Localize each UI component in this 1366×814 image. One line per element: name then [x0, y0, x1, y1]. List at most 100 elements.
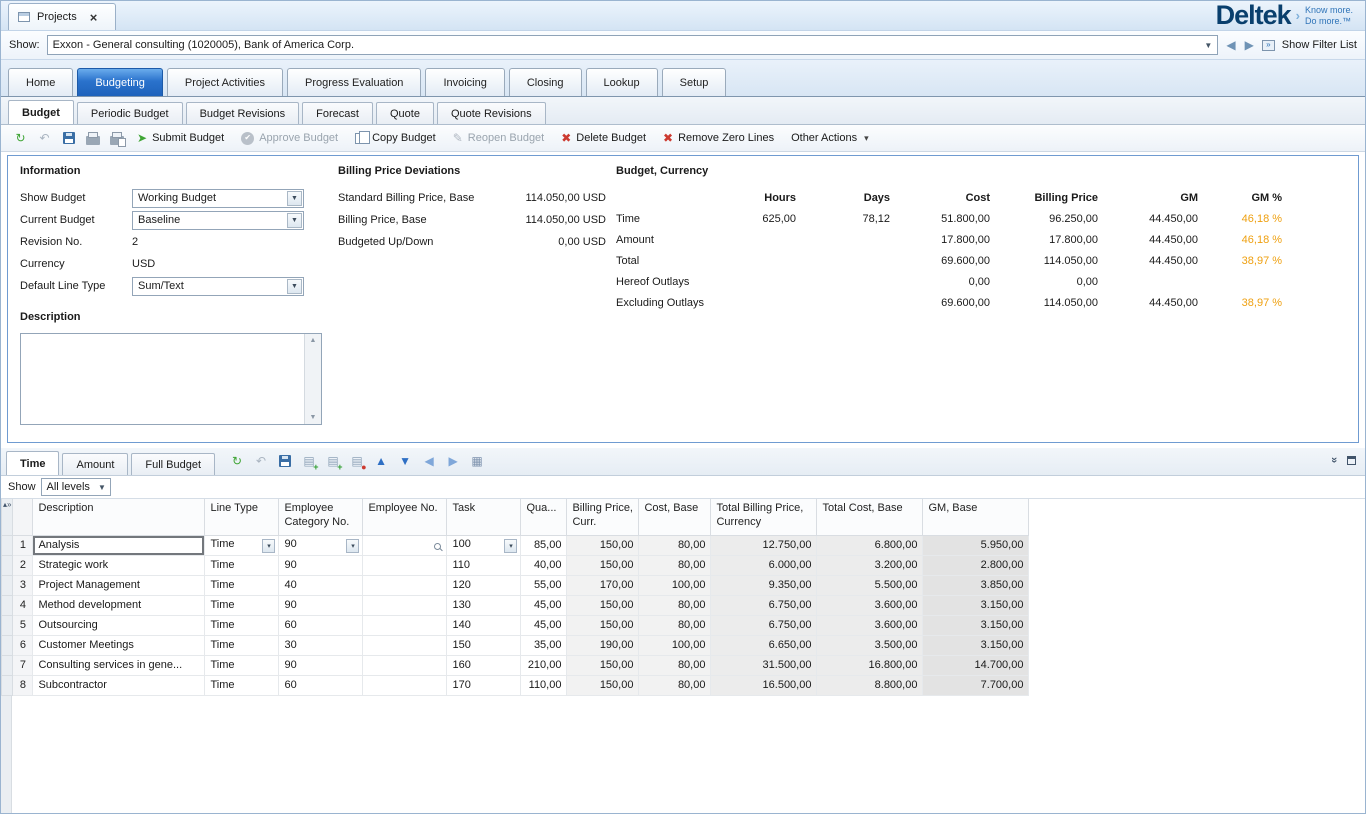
indent-button[interactable]: ▶	[443, 451, 463, 471]
chevron-down-icon[interactable]: ▾	[346, 539, 359, 553]
chevron-down-icon[interactable]: ▼	[95, 480, 109, 494]
row-selector[interactable]	[2, 535, 13, 555]
cell-billing_price[interactable]: 150,00	[567, 675, 639, 695]
cell-description[interactable]: Method development	[33, 595, 205, 615]
cell-emp_no[interactable]	[363, 555, 447, 575]
cell-line_type[interactable]: Time	[205, 595, 279, 615]
col-header-total-billing-price-currency[interactable]: Total Billing Price, Currency	[711, 499, 817, 535]
add-sub-line-button[interactable]: ▤+	[323, 451, 343, 471]
other-actions-button[interactable]: Other Actions▾	[784, 130, 876, 146]
row-selector[interactable]	[2, 575, 13, 595]
cell-qty[interactable]: 55,00	[521, 575, 567, 595]
subtab-budget[interactable]: Budget	[8, 100, 74, 124]
row-selector[interactable]	[2, 635, 13, 655]
cell-emp_cat[interactable]: 90	[279, 595, 363, 615]
cell-task[interactable]: 160	[447, 655, 521, 675]
cell-task[interactable]: 130	[447, 595, 521, 615]
cell-emp_cat[interactable]: 30	[279, 635, 363, 655]
cell-emp_cat[interactable]: 90	[279, 655, 363, 675]
row-number[interactable]: 2	[13, 555, 33, 575]
cell-emp_no[interactable]	[363, 535, 447, 555]
grid-tab-time[interactable]: Time	[6, 451, 59, 475]
filter-combo[interactable]: Exxon - General consulting (1020005), Ba…	[47, 35, 1219, 55]
tab-budgeting[interactable]: Budgeting	[77, 68, 163, 96]
col-header-line-type[interactable]: Line Type	[205, 499, 279, 535]
chevron-down-icon[interactable]: ▼	[287, 191, 302, 206]
cell-emp_cat[interactable]: 60	[279, 615, 363, 635]
grid-tab-amount[interactable]: Amount	[62, 453, 128, 475]
cell-emp_no[interactable]	[363, 595, 447, 615]
scroll-up-icon[interactable]: ▲	[310, 337, 317, 344]
scroll-down-icon[interactable]: ▼	[310, 414, 317, 421]
grid-corner-icon[interactable]: ▴»	[2, 499, 13, 535]
row-number[interactable]: 1	[13, 535, 33, 555]
show-filter-list-label[interactable]: Show Filter List	[1282, 39, 1357, 51]
tab-setup[interactable]: Setup	[662, 68, 727, 96]
copy-budget-button[interactable]: Copy Budget	[348, 130, 443, 146]
refresh-button[interactable]: ↻	[227, 451, 247, 471]
cell-qty[interactable]: 35,00	[521, 635, 567, 655]
save-button[interactable]	[275, 451, 295, 471]
delete-budget-button[interactable]: ✖Delete Budget	[554, 130, 653, 146]
show-filter-list-icon[interactable]: »	[1262, 40, 1275, 51]
show-budget-select[interactable]: Working Budget▼	[132, 189, 304, 208]
row-selector[interactable]	[2, 675, 13, 695]
cell-qty[interactable]: 210,00	[521, 655, 567, 675]
collapse-panel-icon[interactable]: »	[1328, 457, 1340, 463]
cell-description[interactable]: Outsourcing	[33, 615, 205, 635]
cell-description[interactable]: Project Management	[33, 575, 205, 595]
row-number[interactable]: 5	[13, 615, 33, 635]
submit-budget-button[interactable]: ➤Submit Budget	[130, 130, 231, 146]
cell-task[interactable]: ▾100	[447, 535, 521, 555]
cell-billing_price[interactable]: 150,00	[567, 595, 639, 615]
cell-qty[interactable]: 85,00	[521, 535, 567, 555]
cell-emp_no[interactable]	[363, 615, 447, 635]
col-header-gm-base[interactable]: GM, Base	[923, 499, 1029, 535]
cell-description[interactable]: Customer Meetings	[33, 635, 205, 655]
row-number[interactable]: 6	[13, 635, 33, 655]
row-number[interactable]: 4	[13, 595, 33, 615]
row-selector[interactable]	[2, 555, 13, 575]
tab-closing[interactable]: Closing	[509, 68, 582, 96]
cell-emp_cat[interactable]: ▾90	[279, 535, 363, 555]
outdent-button[interactable]: ◀	[419, 451, 439, 471]
cell-line_type[interactable]: ▾Time	[205, 535, 279, 555]
col-header-total-cost-base[interactable]: Total Cost, Base	[817, 499, 923, 535]
undo-button[interactable]: ↶	[34, 128, 55, 149]
col-header-billing-price-curr[interactable]: Billing Price, Curr.	[567, 499, 639, 535]
cell-billing_price[interactable]: 170,00	[567, 575, 639, 595]
cell-task[interactable]: 170	[447, 675, 521, 695]
cell-line_type[interactable]: Time	[205, 555, 279, 575]
col-header-task[interactable]: Task	[447, 499, 521, 535]
cell-emp_cat[interactable]: 60	[279, 675, 363, 695]
cell-qty[interactable]: 40,00	[521, 555, 567, 575]
save-button[interactable]	[58, 128, 79, 149]
grid-tab-full-budget[interactable]: Full Budget	[131, 453, 215, 475]
cell-description[interactable]: Subcontractor	[33, 675, 205, 695]
cell-cost_base[interactable]: 100,00	[639, 575, 711, 595]
col-header-cost-base[interactable]: Cost, Base	[639, 499, 711, 535]
cell-qty[interactable]: 45,00	[521, 595, 567, 615]
chevron-down-icon[interactable]: ▼	[287, 279, 302, 294]
subtab-quote-revisions[interactable]: Quote Revisions	[437, 102, 546, 124]
table-layout-button[interactable]: ▦	[467, 451, 487, 471]
row-number[interactable]: 8	[13, 675, 33, 695]
workspace-tab-projects[interactable]: Projects ×	[8, 3, 116, 30]
levels-combo[interactable]: All levels ▼	[41, 478, 111, 496]
chevron-down-icon[interactable]: ▼	[1201, 38, 1215, 52]
row-selector[interactable]	[2, 595, 13, 615]
back-icon[interactable]: ◀	[1225, 38, 1236, 52]
move-up-button[interactable]: ▲	[371, 451, 391, 471]
cell-task[interactable]: 150	[447, 635, 521, 655]
cell-billing_price[interactable]: 150,00	[567, 555, 639, 575]
subtab-budget-revisions[interactable]: Budget Revisions	[186, 102, 300, 124]
cell-description[interactable]: Analysis	[33, 535, 205, 555]
add-line-button[interactable]: ▤+	[299, 451, 319, 471]
cell-qty[interactable]: 110,00	[521, 675, 567, 695]
cell-line_type[interactable]: Time	[205, 675, 279, 695]
cell-cost_base[interactable]: 80,00	[639, 675, 711, 695]
refresh-button[interactable]: ↻	[10, 128, 31, 149]
chevron-down-icon[interactable]: ▾	[504, 539, 517, 553]
cell-billing_price[interactable]: 150,00	[567, 535, 639, 555]
current-budget-select[interactable]: Baseline▼	[132, 211, 304, 230]
